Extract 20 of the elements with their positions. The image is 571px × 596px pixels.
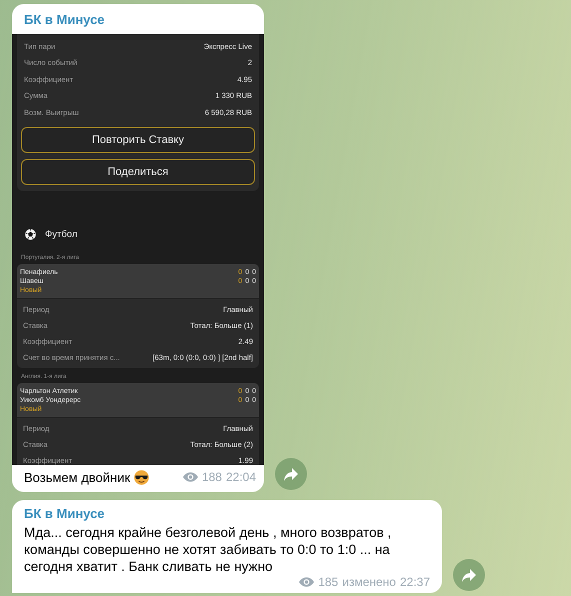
message-time: 22:37 (400, 575, 430, 589)
eye-icon (182, 472, 198, 482)
eye-icon (299, 577, 314, 587)
message-time: 22:04 (226, 470, 256, 484)
view-count: 185 (318, 575, 338, 589)
soccer-ball-icon (25, 229, 36, 240)
channel-name: БК в Минусе (23, 505, 106, 523)
sport-title: Футбол (45, 229, 78, 240)
slip-button[interactable]: Поделиться (21, 158, 255, 184)
forward-button[interactable] (453, 559, 485, 591)
edited-label: изменено (342, 575, 396, 589)
slip-button[interactable]: Повторить Ставку (21, 126, 255, 152)
message-text: Возьмем двойник (24, 470, 130, 484)
channel-name: БК в Минусе (23, 11, 106, 29)
forward-arrow-icon (284, 468, 298, 480)
view-count: 188 (202, 470, 222, 484)
sunglasses-face-icon (134, 470, 150, 484)
forward-button[interactable] (275, 458, 307, 490)
message-text: Мда... сегодня крайне безголевой день , много возвратов , команды совершенно не хотят забивать то 0:0 то 1:0 ... на сегодня хватит . Банк сливать не нужно (24, 524, 392, 575)
forward-arrow-icon (462, 568, 476, 582)
